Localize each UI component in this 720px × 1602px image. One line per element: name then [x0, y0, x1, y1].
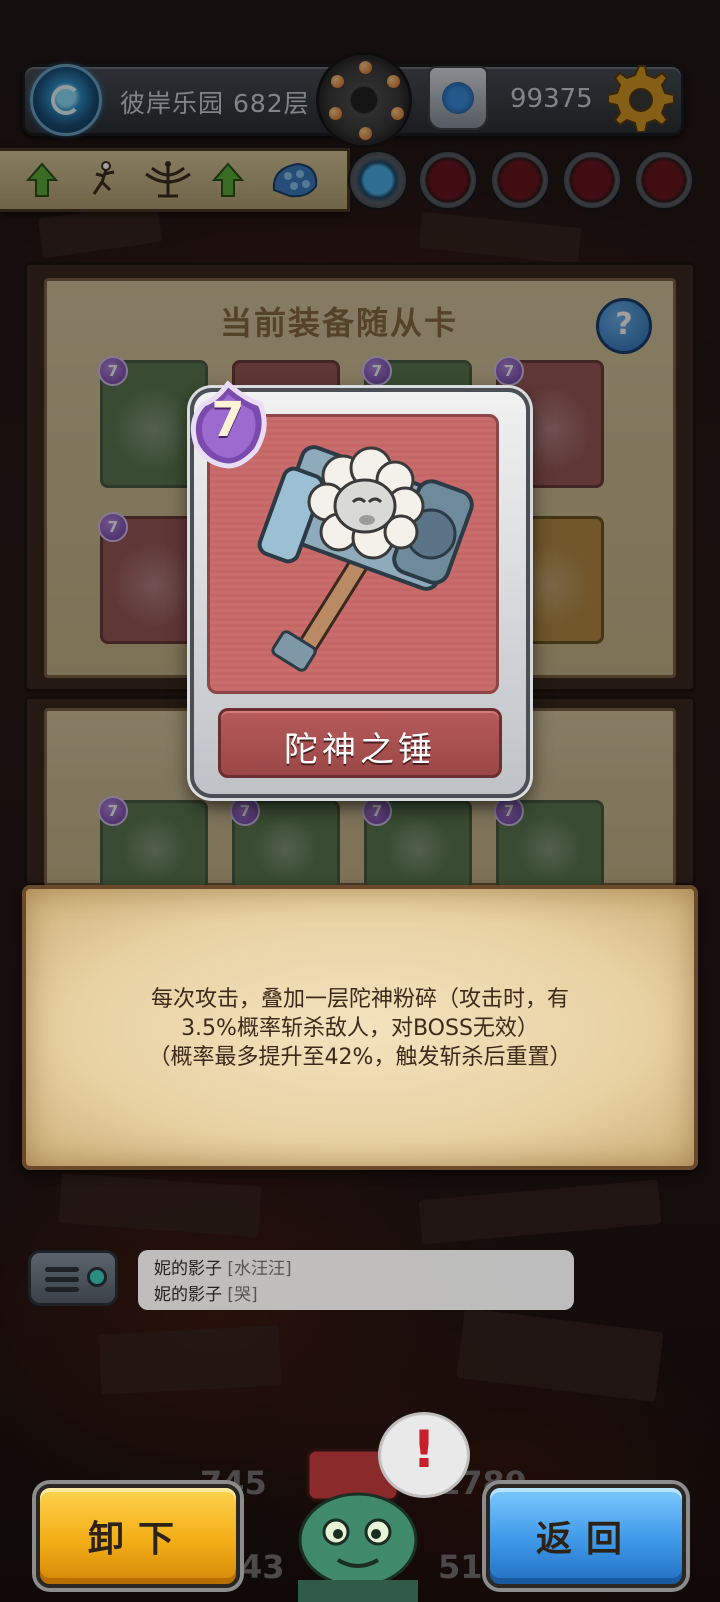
chat-message: 妮的影子 [哭]	[154, 1280, 258, 1305]
chat-button[interactable]	[28, 1250, 118, 1306]
back-button[interactable]: 返回	[486, 1484, 686, 1588]
chat-user: 妮的影子	[154, 1285, 222, 1305]
chat-message: 妮的影子 [水汪汪]	[154, 1254, 292, 1279]
chat-emote: [水汪汪]	[227, 1259, 292, 1279]
description-line: 3.5%概率斩杀敌人，对BOSS无效）	[181, 1016, 539, 1041]
description-line: 每次攻击，叠加一层陀神粉碎（攻击时，有	[150, 987, 569, 1012]
chat-user: 妮的影子	[154, 1259, 222, 1279]
card-description: 每次攻击，叠加一层陀神粉碎（攻击时，有 3.5%概率斩杀敌人，对BOSS无效） …	[60, 985, 660, 1072]
card-name: 陀神之锤	[284, 730, 436, 770]
alert-icon: !	[412, 1420, 436, 1480]
unequip-button[interactable]: 卸下	[36, 1484, 240, 1588]
card-level-value: 7	[211, 392, 245, 448]
stat-value: 51	[438, 1548, 483, 1586]
chat-emote: [哭]	[227, 1285, 258, 1305]
sheep-hammer-icon	[257, 445, 474, 672]
modal-overlay[interactable]	[0, 0, 720, 1602]
description-line: （概率最多提升至42%，触发斩杀后重置）	[148, 1045, 572, 1070]
